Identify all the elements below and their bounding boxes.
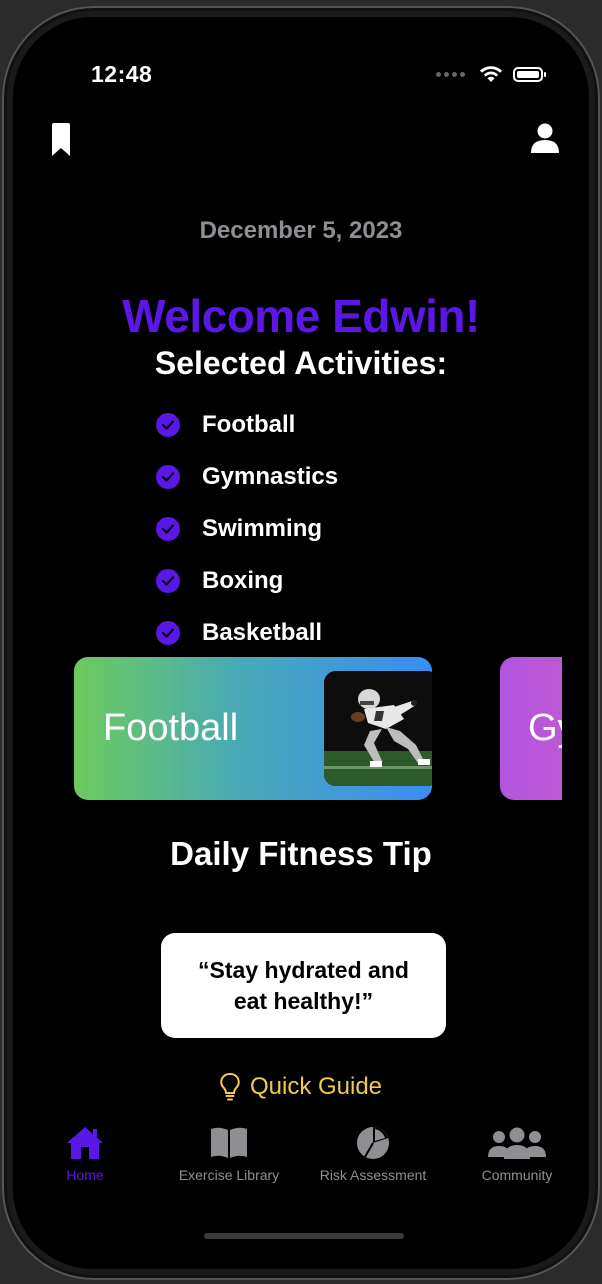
house-icon [67, 1127, 103, 1159]
checkmark-icon [156, 621, 180, 645]
battery-icon [513, 66, 546, 82]
list-item: Gymnastics [156, 451, 338, 503]
activity-label: Football [202, 411, 296, 438]
card-label: Football [103, 707, 239, 749]
tab-label: Community [481, 1167, 553, 1183]
checkmark-icon [156, 517, 180, 541]
list-item: Boxing [156, 555, 338, 607]
tab-risk-assessment[interactable]: Risk Assessment [301, 1125, 445, 1205]
checkmark-icon [156, 569, 180, 593]
tab-community[interactable]: Community [445, 1125, 589, 1205]
tip-title: Daily Fitness Tip [170, 835, 432, 872]
activities-title: Selected Activities: [154, 345, 448, 381]
tip-card: “Stay hydrated and eat healthy!” [161, 933, 446, 1038]
quick-guide-button[interactable]: Quick Guide [13, 1072, 589, 1102]
activity-label: Swimming [202, 515, 323, 542]
activity-card-football[interactable]: Football [74, 657, 432, 800]
activity-label: Boxing [202, 567, 284, 594]
tab-home[interactable]: Home [13, 1125, 157, 1205]
status-time: 12:48 [91, 61, 153, 87]
activity-label: Basketball [202, 619, 323, 646]
list-item: Basketball [156, 607, 338, 659]
tab-exercise-library[interactable]: Exercise Library [157, 1125, 301, 1205]
people-icon [488, 1127, 546, 1159]
status-icons [436, 65, 546, 83]
card-label: Gymnastics [528, 707, 562, 749]
app-screen: 12:48 December 5, 2023 Welcome Edwin! Se… [13, 17, 589, 1269]
tab-label: Risk Assessment [319, 1167, 427, 1183]
bookmark-icon[interactable] [50, 123, 72, 157]
checkmark-icon [156, 413, 180, 437]
list-item: Swimming [156, 503, 338, 555]
football-player-image [324, 671, 432, 786]
tip-text: “Stay hydrated and eat healthy!” [198, 956, 409, 1014]
pie-chart-icon [357, 1127, 389, 1159]
tab-label: Home [66, 1167, 104, 1183]
profile-icon[interactable] [531, 123, 559, 153]
activity-carousel[interactable]: Football G [74, 657, 562, 800]
book-icon [211, 1127, 247, 1158]
quick-guide-label: Quick Guide [249, 1073, 383, 1100]
tab-bar: Home Exercise Library Risk Assessment Co… [13, 1125, 589, 1205]
current-date: December 5, 2023 [199, 217, 403, 244]
list-item: Football [156, 399, 338, 451]
cellular-signal-icon [436, 71, 465, 77]
activity-card-gymnastics[interactable]: Gymnastics [500, 657, 562, 800]
activities-list: Football Gymnastics Swimming Boxing Bask… [156, 399, 338, 659]
device-frame: 12:48 December 5, 2023 Welcome Edwin! Se… [0, 0, 602, 1284]
welcome-heading: Welcome Edwin! [122, 290, 480, 342]
tab-label: Exercise Library [178, 1167, 280, 1183]
activity-label: Gymnastics [202, 463, 339, 490]
wifi-icon [480, 66, 502, 82]
home-indicator[interactable] [204, 1233, 404, 1239]
lightbulb-icon [220, 1072, 240, 1101]
checkmark-icon [156, 465, 180, 489]
